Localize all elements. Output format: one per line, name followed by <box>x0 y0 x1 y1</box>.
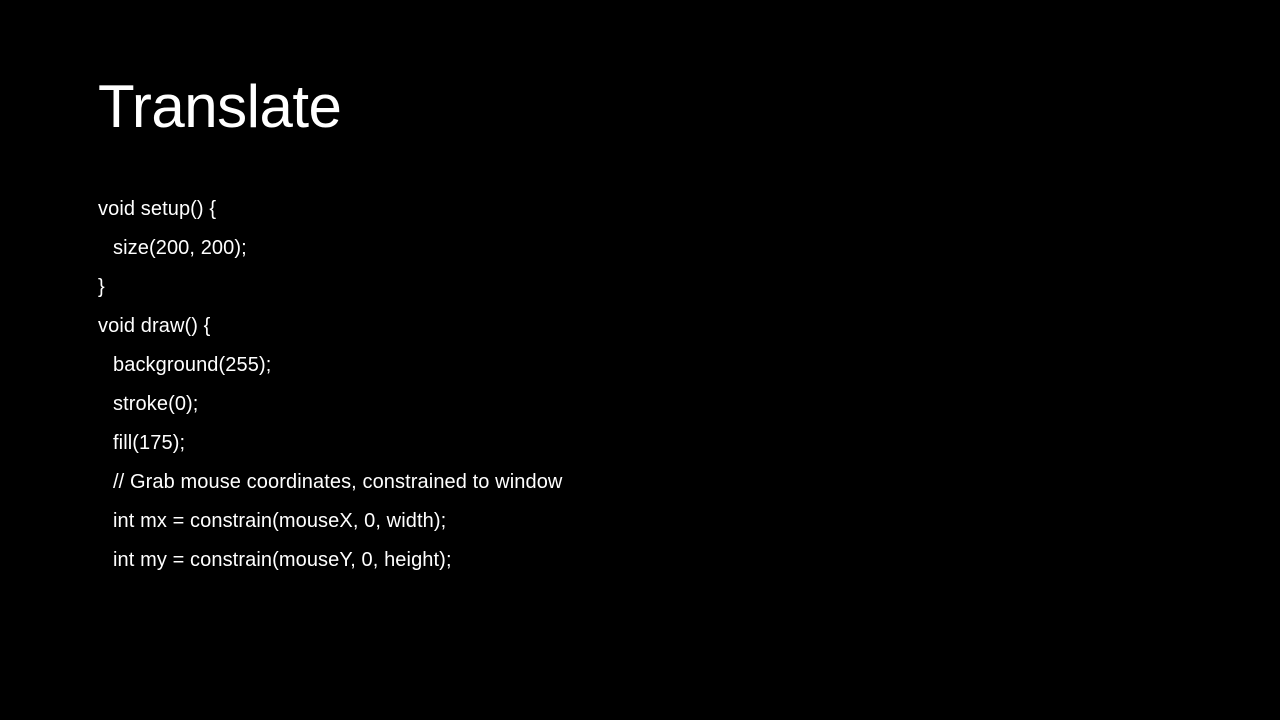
slide-title: Translate <box>98 73 342 140</box>
code-line: background(255); <box>113 354 272 376</box>
code-line: fill(175); <box>113 432 186 454</box>
code-block: void setup() { size(200, 200); } void dr… <box>98 190 562 580</box>
code-line: void setup() { <box>98 198 217 220</box>
code-line: } <box>98 276 105 298</box>
code-line: int my = constrain(mouseY, 0, height); <box>113 549 452 571</box>
code-line: int mx = constrain(mouseX, 0, width); <box>113 510 447 532</box>
code-comment-line: // Grab mouse coordinates, constrained t… <box>113 471 563 493</box>
code-line: stroke(0); <box>113 393 199 415</box>
slide: Translate void setup() { size(200, 200);… <box>0 0 1280 720</box>
code-line: size(200, 200); <box>113 237 247 259</box>
code-line: void draw() { <box>98 315 211 337</box>
